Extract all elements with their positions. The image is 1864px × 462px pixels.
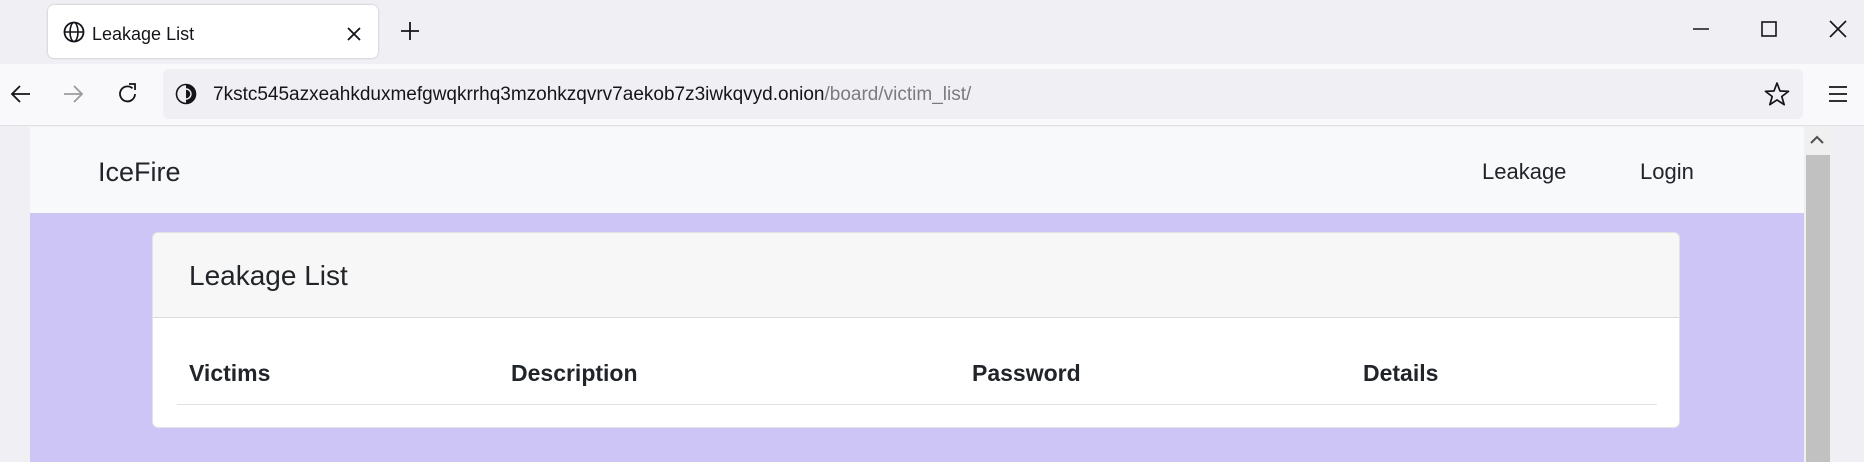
new-tab-icon[interactable]: [399, 20, 421, 42]
maximize-icon[interactable]: [1758, 18, 1780, 40]
back-arrow-icon[interactable]: [8, 81, 34, 107]
vertical-scrollbar[interactable]: [1804, 127, 1830, 462]
nav-link-login[interactable]: Login: [1640, 159, 1694, 185]
minimize-icon[interactable]: [1690, 18, 1712, 40]
browser-toolbar: 7kstc545azxeahkduxmefgwqkrrhq3mzohkzqvrv…: [0, 64, 1864, 126]
url-path: /board/victim_list/: [824, 84, 972, 105]
onion-site-icon: [175, 83, 197, 105]
card-header: Leakage List: [153, 233, 1679, 318]
tab-title: Leakage List: [92, 24, 195, 44]
url-text: 7kstc545azxeahkduxmefgwqkrrhq3mzohkzqvrv…: [213, 84, 971, 106]
leakage-list-card: Leakage List Victims Description Passwor…: [152, 232, 1680, 428]
close-window-icon[interactable]: [1827, 18, 1849, 40]
close-tab-icon[interactable]: [346, 26, 362, 42]
url-host: 7kstc545azxeahkduxmefgwqkrrhq3mzohkzqvrv…: [213, 84, 825, 105]
column-header-victims: Victims: [189, 360, 271, 386]
reload-icon[interactable]: [115, 81, 141, 107]
address-bar[interactable]: 7kstc545azxeahkduxmefgwqkrrhq3mzohkzqvrv…: [163, 69, 1803, 119]
scrollbar-thumb[interactable]: [1806, 155, 1830, 462]
site-navbar: IceFire Leakage Login: [30, 127, 1804, 213]
table-header-row: Victims Description Password Details: [177, 318, 1657, 405]
column-header-details: Details: [1363, 360, 1439, 386]
browser-tab[interactable]: Leakage List: [48, 5, 378, 58]
forward-arrow-icon[interactable]: [60, 81, 86, 107]
bookmark-star-icon[interactable]: [1763, 80, 1791, 108]
page-right-margin: [1830, 127, 1864, 462]
site-brand[interactable]: IceFire: [98, 157, 181, 188]
scroll-up-arrow-icon[interactable]: [1810, 135, 1824, 145]
hamburger-menu-icon[interactable]: [1826, 83, 1850, 105]
nav-link-leakage[interactable]: Leakage: [1482, 159, 1566, 185]
tab-strip: Leakage List: [0, 0, 1864, 64]
card-title: Leakage List: [189, 260, 348, 291]
column-header-password: Password: [972, 360, 1081, 386]
globe-icon: [63, 21, 85, 43]
page-viewport: IceFire Leakage Login Leakage List Victi…: [30, 127, 1804, 462]
page-left-margin: [0, 127, 30, 462]
column-header-description: Description: [511, 360, 638, 386]
